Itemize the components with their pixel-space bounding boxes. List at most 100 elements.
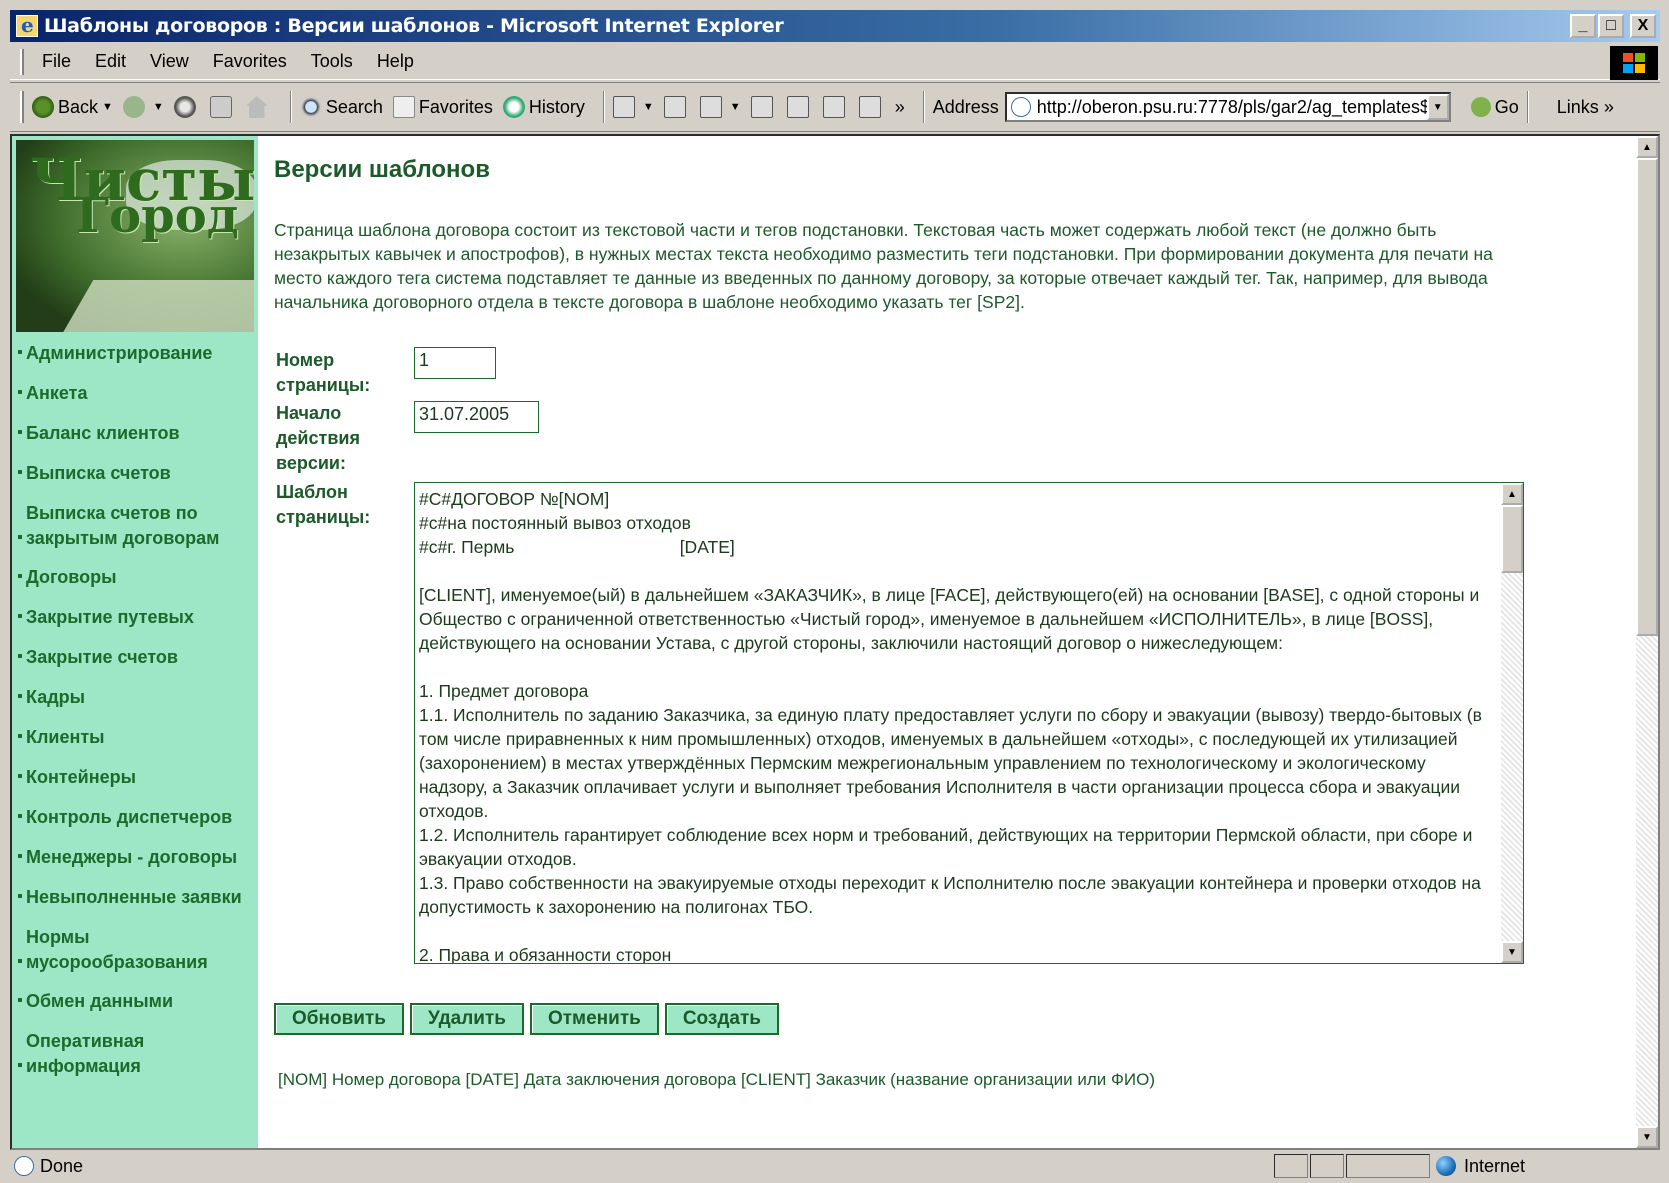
sidebar-item-waste-norms[interactable]: Нормы мусорообразования (18, 925, 256, 975)
search-label: Search (325, 96, 383, 117)
sidebar-item-label: Невыполненные заявки (26, 887, 242, 907)
back-dropdown-icon[interactable]: ▼ (102, 101, 113, 113)
forward-button[interactable]: ▼ (122, 96, 164, 118)
print-icon (663, 96, 686, 118)
tags-legend: [NOM] Номер договора [DATE] Дата заключе… (278, 1070, 1156, 1089)
sidebar-item-label: Анкета (26, 383, 88, 403)
template-scrollbar[interactable]: ▲ ▼ (1501, 483, 1523, 963)
scroll-down-icon[interactable]: ▼ (1501, 941, 1523, 963)
sidebar-item-label: Оперативная информация (26, 1031, 145, 1076)
sidebar-item-invoices[interactable]: Выписка счетов (18, 461, 256, 486)
sidebar-item-label: Администрирование (26, 343, 213, 363)
cancel-button[interactable]: Отменить (529, 1003, 659, 1035)
refresh-icon (209, 96, 232, 118)
template-textarea[interactable]: #C#ДОГОВОР №[NOM] #c#на постоянный вывоз… (414, 482, 1524, 964)
close-button[interactable]: X (1630, 14, 1656, 38)
sidebar-item-contracts[interactable]: Договоры (18, 565, 256, 590)
print-button[interactable] (663, 96, 690, 118)
menu-tools[interactable]: Tools (311, 51, 353, 72)
ie-app-icon[interactable] (16, 13, 38, 37)
scroll-thumb[interactable] (1501, 505, 1523, 573)
create-button[interactable]: Создать (664, 1003, 779, 1035)
start-date-input[interactable]: 31.07.2005 (414, 401, 539, 433)
sidebar-item-label: Нормы мусорообразования (26, 927, 208, 972)
filter-button[interactable] (786, 96, 813, 118)
mail-button[interactable]: ▼ (612, 96, 654, 118)
toolbar-grip[interactable] (20, 91, 24, 123)
toolbar-overflow-button[interactable]: » (895, 97, 905, 118)
menu-bar: File Edit View Favorites Tools Help (10, 44, 1660, 80)
minimize-button[interactable]: _ (1570, 14, 1596, 38)
favorites-button[interactable]: Favorites (392, 96, 493, 118)
search-button[interactable]: Search (299, 96, 383, 118)
address-bar[interactable]: http://oberon.psu.ru:7778/pls/gar2/ag_te… (1004, 92, 1451, 122)
address-dropdown-icon[interactable]: ▼ (1426, 94, 1449, 120)
page-scroll-up-icon[interactable]: ▲ (1636, 136, 1658, 158)
menu-favorites[interactable]: Favorites (213, 51, 287, 72)
links-overflow-icon[interactable]: » (1604, 97, 1614, 117)
window-title: Шаблоны договоров : Версии шаблонов - Mi… (44, 15, 784, 37)
security-zone[interactable]: Internet (1436, 1154, 1525, 1178)
messenger-icon (822, 96, 845, 118)
links-button[interactable]: Links » (1557, 97, 1614, 118)
sidebar-item-containers[interactable]: Контейнеры (18, 765, 256, 790)
sidebar-item-label: Кадры (26, 687, 86, 707)
sidebar-item-managers-contracts[interactable]: Менеджеры - договоры (18, 845, 256, 870)
history-button[interactable]: History (502, 96, 585, 118)
filter-icon (786, 96, 809, 118)
sidebar-item-label: Выписка счетов по закрытым договорам (26, 503, 220, 548)
forward-dropdown-icon[interactable]: ▼ (153, 101, 164, 113)
sidebar-item-label: Контроль диспетчеров (26, 807, 233, 827)
go-button[interactable]: Go (1470, 96, 1519, 118)
home-icon (245, 96, 268, 118)
sidebar-item-label: Выписка счетов (26, 463, 171, 483)
sidebar-item-data-exchange[interactable]: Обмен данными (18, 989, 256, 1014)
sidebar-item-client-balance[interactable]: Баланс клиентов (18, 421, 256, 446)
sidebar-item-staff[interactable]: Кадры (18, 685, 256, 710)
stop-button[interactable] (173, 96, 200, 118)
sidebar-item-operational-info[interactable]: Оперативная информация (18, 1029, 256, 1079)
sidebar-item-label: Контейнеры (26, 767, 136, 787)
delete-button[interactable]: Удалить (409, 1003, 524, 1035)
status-panel (1310, 1154, 1344, 1178)
home-button[interactable] (245, 96, 272, 118)
logo-line-2: Город (76, 188, 239, 244)
go-label: Go (1494, 96, 1519, 117)
messenger-button[interactable] (822, 96, 849, 118)
menu-edit[interactable]: Edit (95, 51, 126, 72)
edit-button[interactable]: ▼ (699, 96, 741, 118)
scroll-up-icon[interactable]: ▲ (1501, 483, 1523, 505)
stop-icon (173, 96, 196, 118)
word-edit-icon (699, 96, 722, 118)
menu-file[interactable]: File (42, 51, 71, 72)
menu-help[interactable]: Help (377, 51, 414, 72)
page-scroll-thumb[interactable] (1636, 158, 1658, 636)
sidebar-item-waybills-closing[interactable]: Закрытие путевых (18, 605, 256, 630)
sidebar-item-clients[interactable]: Клиенты (18, 725, 256, 750)
sidebar-item-label: Баланс клиентов (26, 423, 180, 443)
menu-view[interactable]: View (150, 51, 189, 72)
back-button[interactable]: Back ▼ (32, 96, 113, 118)
menubar-grip[interactable] (20, 48, 24, 75)
maximize-button[interactable]: □ (1598, 14, 1624, 38)
sidebar-item-invoices-closed[interactable]: Выписка счетов по закрытым договорам (18, 501, 256, 551)
edit-dropdown-icon[interactable]: ▼ (730, 101, 741, 113)
page-number-input[interactable]: 1 (414, 347, 496, 379)
page-scrollbar[interactable]: ▲ ▼ (1636, 136, 1658, 1148)
sidebar-item-administration[interactable]: Администрирование (18, 341, 256, 366)
site-logo[interactable]: Чистый Город (16, 140, 254, 332)
discuss-button[interactable] (750, 96, 777, 118)
sidebar-item-questionnaire[interactable]: Анкета (18, 381, 256, 406)
mail-dropdown-icon[interactable]: ▼ (643, 101, 654, 113)
page-icon (1010, 97, 1031, 117)
sidebar-item-invoices-closing[interactable]: Закрытие счетов (18, 645, 256, 670)
address-url[interactable]: http://oberon.psu.ru:7778/pls/gar2/ag_te… (1037, 97, 1449, 118)
update-button[interactable]: Обновить (274, 1003, 404, 1035)
search-icon (299, 96, 322, 118)
template-text[interactable]: #C#ДОГОВОР №[NOM] #c#на постоянный вывоз… (419, 487, 1499, 963)
page-scroll-down-icon[interactable]: ▼ (1636, 1126, 1658, 1148)
research-button[interactable] (858, 96, 885, 118)
sidebar-item-pending-requests[interactable]: Невыполненные заявки (18, 885, 256, 910)
sidebar-item-dispatcher-control[interactable]: Контроль диспетчеров (18, 805, 256, 830)
refresh-button[interactable] (209, 96, 236, 118)
